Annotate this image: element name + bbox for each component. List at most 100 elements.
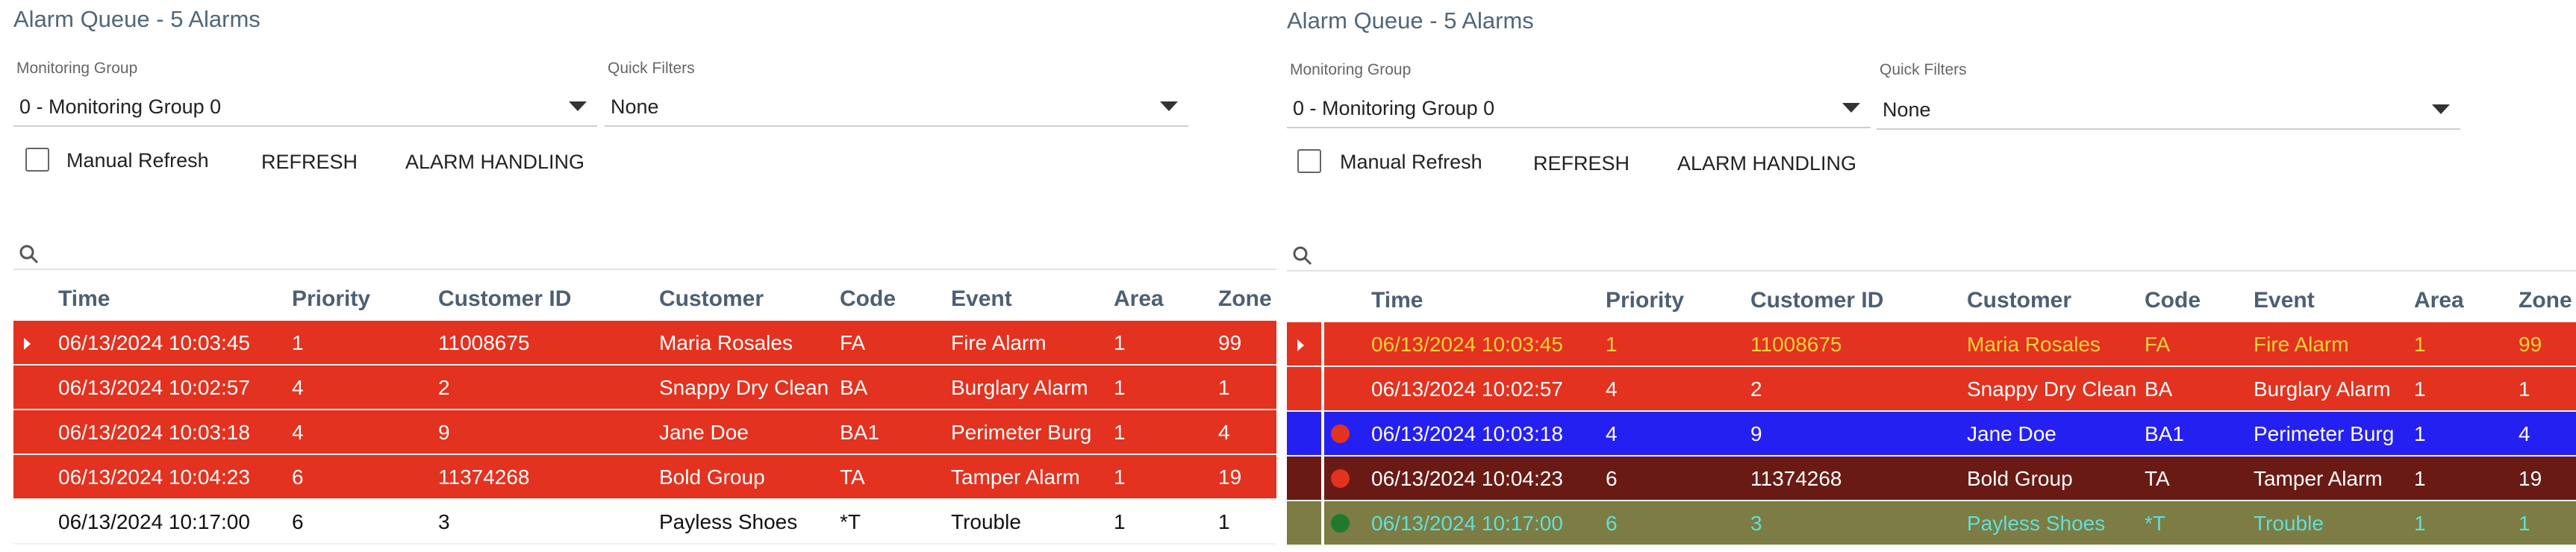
cell-zone: 19 bbox=[1218, 465, 1242, 489]
column-header-priority[interactable]: Priority bbox=[292, 286, 370, 312]
grid-search[interactable] bbox=[13, 239, 1276, 270]
cell-area: 1 bbox=[1114, 421, 1126, 444]
table-row[interactable]: 06/13/2024 10:02:57 4 2 Snappy Dry Clean… bbox=[1287, 367, 2576, 412]
cell-customer: Snappy Dry Clean bbox=[1967, 377, 2137, 401]
column-header-time[interactable]: Time bbox=[58, 286, 110, 312]
cell-time: 06/13/2024 10:02:57 bbox=[58, 376, 250, 399]
column-header-event[interactable]: Event bbox=[2254, 288, 2315, 313]
column-header-area[interactable]: Area bbox=[1114, 286, 1164, 312]
column-header-code[interactable]: Code bbox=[2145, 288, 2201, 313]
cell-time: 06/13/2024 10:17:00 bbox=[1371, 512, 1563, 535]
refresh-button[interactable]: REFRESH bbox=[261, 151, 358, 174]
grid-header: Time Priority Customer ID Customer Code … bbox=[1287, 277, 2576, 322]
table-row[interactable]: 06/13/2024 10:17:00 6 3 Payless Shoes *T… bbox=[13, 500, 1276, 545]
cell-zone: 4 bbox=[1218, 421, 1230, 444]
cell-time: 06/13/2024 10:03:18 bbox=[58, 421, 250, 444]
manual-refresh-checkbox[interactable] bbox=[1297, 149, 1321, 173]
cell-customer-id: 3 bbox=[1750, 512, 1762, 535]
monitoring-group-select[interactable]: 0 - Monitoring Group 0 bbox=[1287, 90, 1871, 128]
cell-customer: Bold Group bbox=[1967, 467, 2073, 490]
refresh-button[interactable]: REFRESH bbox=[1533, 152, 1630, 175]
chevron-down-icon bbox=[569, 101, 587, 111]
table-row[interactable]: 06/13/2024 10:03:18 4 9 Jane Doe BA1 Per… bbox=[1287, 412, 2576, 457]
column-header-time[interactable]: Time bbox=[1371, 288, 1423, 313]
cell-customer: Payless Shoes bbox=[659, 510, 798, 533]
cell-area: 1 bbox=[1114, 376, 1126, 399]
column-header-area[interactable]: Area bbox=[2414, 288, 2464, 313]
column-header-zone[interactable]: Zone bbox=[1218, 286, 1272, 312]
manual-refresh-label: Manual Refresh bbox=[1340, 151, 1482, 173]
cell-customer-id: 9 bbox=[438, 421, 450, 444]
cell-event: Fire Alarm bbox=[2254, 333, 2349, 356]
status-dot-icon bbox=[1331, 514, 1350, 533]
chevron-down-icon bbox=[1842, 103, 1860, 113]
cell-area: 1 bbox=[2414, 377, 2426, 401]
table-row[interactable]: 06/13/2024 10:02:57 4 2 Snappy Dry Clean… bbox=[13, 366, 1276, 410]
cell-code: BA bbox=[2145, 377, 2173, 401]
cell-customer-id: 11008675 bbox=[1750, 333, 1842, 356]
cell-event: Perimeter Burg bbox=[951, 421, 1092, 444]
cell-customer: Maria Rosales bbox=[659, 331, 793, 354]
table-row[interactable]: 06/13/2024 10:04:23 6 11374268 Bold Grou… bbox=[1287, 457, 2576, 501]
cell-zone: 1 bbox=[2519, 512, 2530, 535]
cell-area: 1 bbox=[1114, 510, 1126, 533]
table-row[interactable]: 06/13/2024 10:03:45 1 11008675 Maria Ros… bbox=[1287, 322, 2576, 367]
cell-customer: Payless Shoes bbox=[1967, 512, 2106, 535]
cell-code: FA bbox=[2145, 333, 2171, 356]
column-header-event[interactable]: Event bbox=[951, 286, 1012, 312]
cell-time: 06/13/2024 10:03:18 bbox=[1371, 422, 1563, 445]
cell-event: Trouble bbox=[2254, 512, 2324, 535]
status-dot-icon bbox=[1331, 469, 1350, 488]
column-header-code[interactable]: Code bbox=[840, 286, 896, 312]
column-header-customer[interactable]: Customer bbox=[1967, 288, 2071, 313]
cell-customer: Jane Doe bbox=[1967, 422, 2056, 445]
cell-event: Burglary Alarm bbox=[951, 376, 1088, 399]
column-header-priority[interactable]: Priority bbox=[1606, 288, 1684, 313]
alarm-queue-panel-right: Alarm Queue - 5 Alarms Monitoring Group … bbox=[1276, 0, 2576, 552]
cell-code: TA bbox=[840, 465, 865, 489]
column-header-zone[interactable]: Zone bbox=[2519, 288, 2572, 313]
grid-search[interactable] bbox=[1287, 240, 2576, 272]
manual-refresh-label: Manual Refresh bbox=[66, 149, 209, 172]
row-selected-arrow-icon bbox=[24, 338, 31, 350]
alarm-grid: Time Priority Customer ID Customer Code … bbox=[1287, 277, 2576, 546]
monitoring-group-select[interactable]: 0 - Monitoring Group 0 bbox=[13, 88, 597, 127]
column-header-customer-id[interactable]: Customer ID bbox=[1750, 288, 1883, 313]
quick-filters-select[interactable]: None bbox=[605, 88, 1188, 127]
column-header-customer[interactable]: Customer bbox=[659, 286, 764, 312]
cell-customer: Snappy Dry Clean bbox=[659, 376, 829, 399]
search-icon bbox=[19, 245, 39, 264]
column-header-customer-id[interactable]: Customer ID bbox=[438, 286, 571, 312]
cell-customer: Bold Group bbox=[659, 465, 765, 489]
cell-customer: Maria Rosales bbox=[1967, 333, 2101, 356]
cell-zone: 4 bbox=[2519, 422, 2530, 445]
manual-refresh-checkbox[interactable] bbox=[25, 148, 49, 172]
cell-code: *T bbox=[2145, 512, 2165, 535]
cell-customer-id: 2 bbox=[1750, 377, 1762, 401]
cell-event: Tamper Alarm bbox=[951, 465, 1080, 489]
cell-code: FA bbox=[840, 331, 866, 354]
alarm-queue-panel-left: Alarm Queue - 5 Alarms Monitoring Group … bbox=[0, 0, 1276, 552]
alarm-handling-button[interactable]: ALARM HANDLING bbox=[1677, 152, 1856, 175]
cell-area: 1 bbox=[1114, 465, 1126, 489]
monitoring-group-value: 0 - Monitoring Group 0 bbox=[19, 95, 222, 118]
quick-filters-select[interactable]: None bbox=[1877, 91, 2460, 130]
monitoring-group-label: Monitoring Group bbox=[16, 60, 138, 77]
row-indicator-column bbox=[1321, 412, 1324, 455]
chevron-down-icon bbox=[1160, 101, 1178, 111]
table-row[interactable]: 06/13/2024 10:03:45 1 11008675 Maria Ros… bbox=[13, 321, 1276, 366]
table-row[interactable]: 06/13/2024 10:04:23 6 11374268 Bold Grou… bbox=[13, 455, 1276, 500]
row-indicator-column bbox=[1321, 322, 1324, 366]
row-indicator-column bbox=[1321, 457, 1324, 500]
cell-priority: 4 bbox=[292, 421, 304, 444]
cell-zone: 1 bbox=[1218, 510, 1230, 533]
cell-priority: 4 bbox=[292, 376, 304, 399]
cell-priority: 4 bbox=[1606, 377, 1618, 401]
cell-code: *T bbox=[840, 510, 861, 533]
table-row[interactable]: 06/13/2024 10:17:00 6 3 Payless Shoes *T… bbox=[1287, 501, 2576, 546]
alarm-handling-button[interactable]: ALARM HANDLING bbox=[405, 151, 584, 174]
table-row[interactable]: 06/13/2024 10:03:18 4 9 Jane Doe BA1 Per… bbox=[13, 410, 1276, 455]
cell-area: 1 bbox=[2414, 467, 2426, 490]
quick-filters-value: None bbox=[611, 95, 659, 118]
page-title: Alarm Queue - 5 Alarms bbox=[1287, 7, 1534, 34]
